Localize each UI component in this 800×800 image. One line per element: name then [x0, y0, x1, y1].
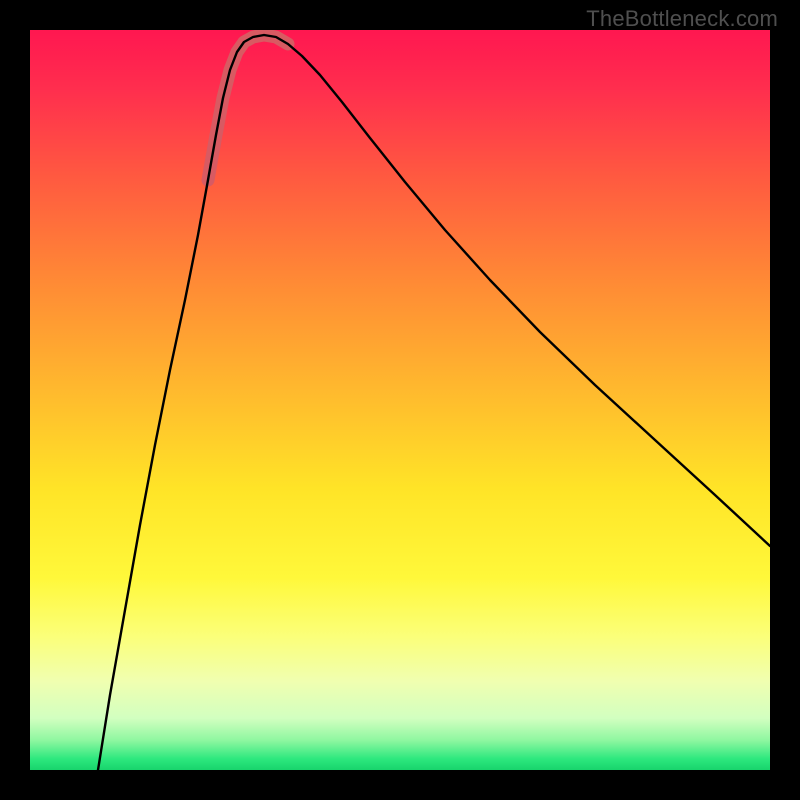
curve-layer — [30, 30, 770, 770]
plot-area — [30, 30, 770, 770]
chart-frame: TheBottleneck.com — [0, 0, 800, 800]
watermark-text: TheBottleneck.com — [586, 6, 778, 32]
bottleneck-curve — [98, 35, 770, 770]
